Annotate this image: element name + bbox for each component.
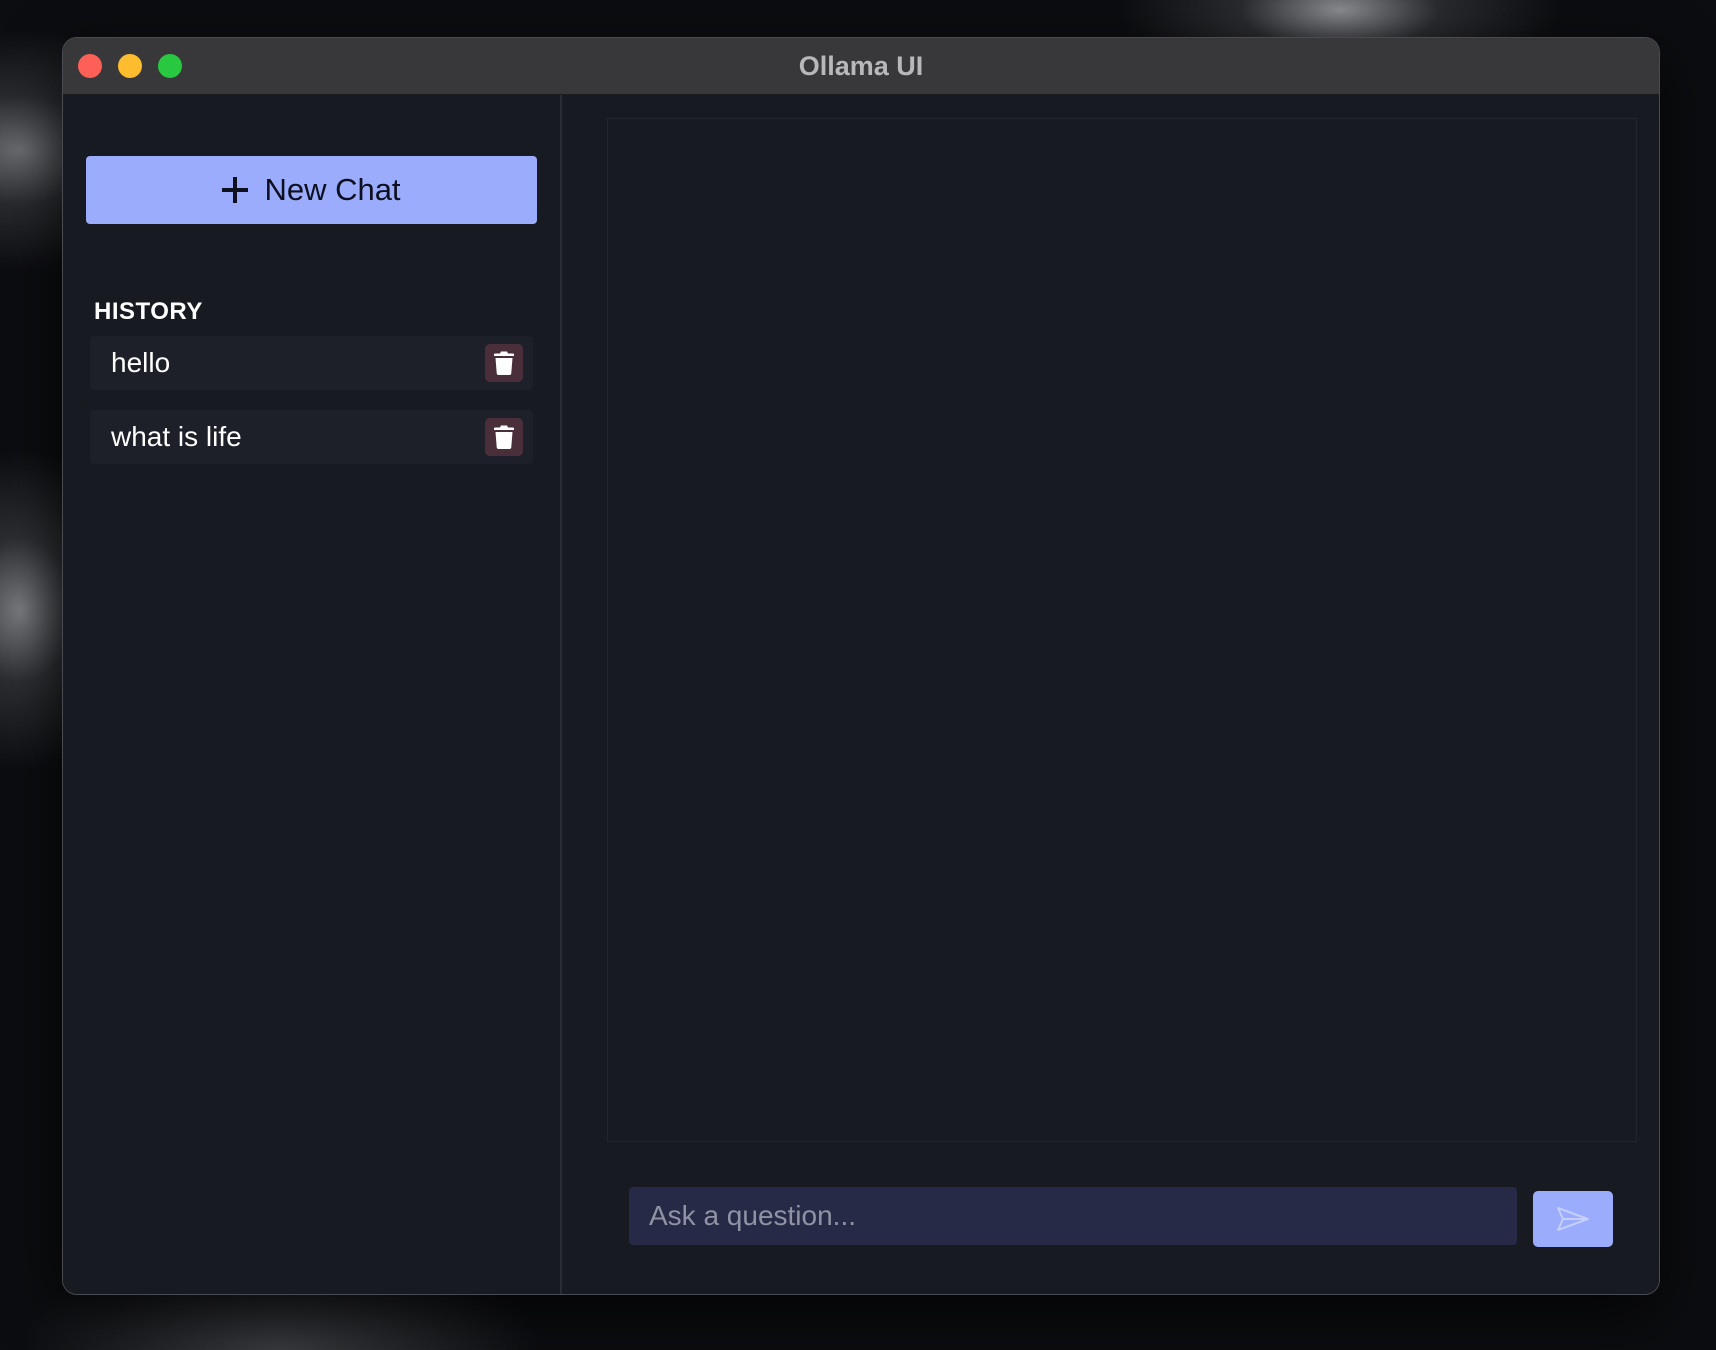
window-title: Ollama UI: [798, 51, 924, 81]
history-item-label: hello: [111, 347, 171, 378]
new-chat-button[interactable]: New Chat: [86, 156, 537, 224]
app-window: Ollama UI New Chat HISTORY hello what is…: [63, 38, 1659, 1294]
chat-main: [562, 95, 1659, 1294]
chat-messages-area[interactable]: [607, 118, 1637, 1142]
new-chat-label: New Chat: [264, 172, 401, 207]
plus-icon: [222, 177, 249, 203]
history-item-label: what is life: [111, 421, 242, 452]
history-item-hello[interactable]: hello: [90, 336, 533, 390]
trash-icon: [494, 425, 514, 449]
history-heading: HISTORY: [94, 298, 203, 325]
title-bar: Ollama UI: [63, 38, 1659, 95]
history-item-what-is-life[interactable]: what is life: [90, 410, 533, 464]
question-input[interactable]: [629, 1187, 1517, 1245]
send-button[interactable]: [1533, 1191, 1613, 1247]
send-icon: [1557, 1207, 1589, 1231]
delete-chat-button[interactable]: [485, 344, 523, 382]
trash-icon: [494, 351, 514, 375]
delete-chat-button[interactable]: [485, 418, 523, 456]
sidebar: New Chat HISTORY hello what is life: [63, 95, 562, 1294]
